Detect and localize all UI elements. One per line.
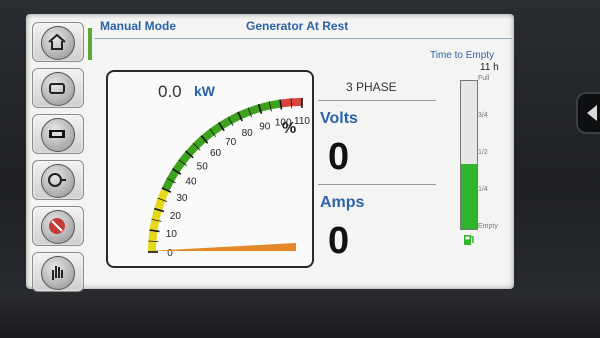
gauge-scale-label: 90 — [259, 121, 271, 132]
fuel-mark-label: 3/4 — [478, 112, 488, 119]
gauge-scale-label: 60 — [210, 148, 222, 159]
amps-label: Amps — [320, 194, 365, 211]
fuel-mark-label: Empty — [478, 223, 498, 230]
gauge-scale-label: 50 — [197, 162, 209, 173]
divider — [318, 100, 436, 101]
gauge-scale-label: 110 — [294, 116, 310, 127]
status-bar: Manual Mode Generator At Rest — [94, 16, 512, 39]
stop-button[interactable] — [32, 206, 84, 246]
gauge-scale-label: 70 — [225, 137, 237, 148]
mode-label: Manual Mode — [100, 19, 177, 33]
time-to-empty-label: Time to Empty — [430, 50, 495, 61]
gauge-band — [161, 99, 282, 192]
active-indicator — [88, 28, 92, 60]
generator-status: Generator At Rest — [246, 19, 349, 33]
left-arrow-icon — [587, 105, 597, 121]
gauge-scale-label: 80 — [242, 128, 254, 139]
left-button-bar — [30, 18, 92, 292]
fuel-level-bar — [460, 80, 478, 230]
phase-label: 3 PHASE — [346, 80, 397, 94]
fuel-mark-label: 1/4 — [478, 186, 488, 193]
gauge-scale-label: 40 — [185, 177, 197, 188]
battery-button[interactable] — [32, 114, 84, 154]
fuel-mark-label: 1/2 — [478, 149, 488, 156]
display-screen: Manual Mode Generator At Rest 0.0 kW % 0… — [26, 14, 514, 292]
load-bar — [148, 243, 296, 251]
gauge-scale-label: 0 — [167, 248, 173, 259]
volts-value: 0 — [328, 136, 350, 178]
fuel-mark-label: Full — [478, 75, 490, 82]
right-nav-button[interactable] — [576, 92, 600, 134]
time-to-empty-value: 11 h — [480, 62, 499, 73]
gauge-scale-label: 10 — [166, 229, 178, 240]
gauge-scale-label: 100 — [275, 117, 292, 128]
divider — [318, 184, 436, 185]
power-gauge: 0 10 20 30 40506070 80 90 100 110 — [148, 98, 310, 259]
volts-label: Volts — [320, 110, 358, 127]
gauge-scale-label: 30 — [176, 193, 188, 204]
fuel-level-fill — [461, 163, 477, 229]
amps-value: 0 — [328, 220, 350, 262]
engine-button[interactable] — [32, 68, 84, 108]
hand-button[interactable] — [32, 252, 84, 292]
home-button[interactable] — [32, 22, 84, 62]
bezel-bottom — [0, 290, 600, 338]
power-gauge-panel: 0.0 kW % 0 10 20 30 40 50 60 70 80 90 100 110 — [106, 70, 314, 268]
gauge-scale-label: 20 — [170, 211, 182, 222]
alternator-button[interactable] — [32, 160, 84, 200]
fuel-pump-icon — [464, 235, 474, 245]
